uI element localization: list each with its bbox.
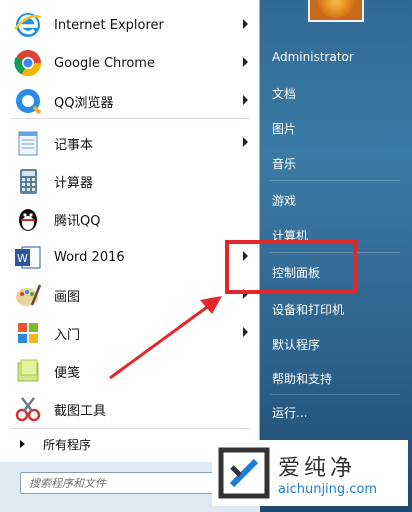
program-notepad[interactable]: 记事本 [4, 124, 256, 162]
calculator-icon [12, 165, 44, 197]
divider [270, 180, 400, 181]
notepad-icon [12, 127, 44, 159]
right-item-run[interactable]: 运行... [272, 404, 307, 421]
program-label: 画图 [54, 289, 81, 305]
program-sticky-notes[interactable]: 便笺 [4, 352, 256, 390]
watermark-url-text: aichunjing.com [278, 481, 378, 497]
program-internet-explorer[interactable]: Internet Explorer [4, 6, 256, 44]
program-paint[interactable]: 画图 [4, 276, 256, 314]
program-word-2016[interactable]: W Word 2016 [4, 238, 256, 276]
svg-text:W: W [17, 252, 28, 265]
right-item-administrator[interactable]: Administrator [272, 50, 354, 64]
program-label: 计算器 [54, 175, 94, 191]
snipping-tool-icon [12, 393, 44, 425]
submenu-arrow-icon[interactable] [243, 95, 248, 105]
program-label: QQ浏览器 [54, 95, 114, 111]
sticky-notes-icon [12, 355, 44, 387]
program-label: 入门 [54, 327, 81, 343]
control-panel-highlight [225, 240, 357, 294]
chrome-icon [12, 47, 44, 79]
program-label: Word 2016 [54, 249, 125, 265]
expand-arrow-icon [20, 440, 25, 448]
program-label: 腾讯QQ [54, 213, 101, 229]
program-tencent-qq[interactable]: 腾讯QQ [4, 200, 256, 238]
paint-icon [12, 279, 44, 311]
right-item-pictures[interactable]: 图片 [272, 120, 296, 137]
program-label: Internet Explorer [54, 17, 164, 33]
program-label: Google Chrome [54, 55, 155, 71]
all-programs-label: 所有程序 [43, 437, 92, 452]
divider [10, 118, 250, 119]
qq-browser-icon [12, 85, 44, 117]
program-label: 便笺 [54, 365, 81, 381]
right-item-default-programs[interactable]: 默认程序 [272, 336, 320, 353]
submenu-arrow-icon[interactable] [243, 57, 248, 67]
program-getting-started[interactable]: 入门 [4, 314, 256, 352]
submenu-arrow-icon[interactable] [243, 137, 248, 147]
divider [10, 428, 250, 429]
qq-penguin-icon [12, 203, 44, 235]
program-snipping-tool[interactable]: 截图工具 [4, 390, 256, 428]
program-label: 记事本 [54, 137, 94, 153]
right-item-help-support[interactable]: 帮助和支持 [272, 370, 332, 387]
submenu-arrow-icon[interactable] [243, 19, 248, 29]
program-calculator[interactable]: 计算器 [4, 162, 256, 200]
divider [270, 394, 400, 395]
program-qq-browser[interactable]: QQ浏览器 [4, 82, 256, 120]
internet-explorer-icon [12, 9, 44, 41]
flower-picture-icon [316, 0, 356, 18]
watermark-brand-text: 爱纯净 [278, 455, 357, 481]
submenu-arrow-icon[interactable] [243, 327, 248, 337]
right-item-documents[interactable]: 文档 [272, 85, 296, 102]
right-item-games[interactable]: 游戏 [272, 192, 296, 209]
word-icon: W [12, 241, 44, 273]
right-item-devices-printers[interactable]: 设备和打印机 [272, 301, 344, 318]
site-watermark: 爱纯净 aichunjing.com [212, 440, 408, 506]
user-picture[interactable] [308, 0, 364, 22]
program-google-chrome[interactable]: Google Chrome [4, 44, 256, 82]
getting-started-icon [12, 317, 44, 349]
program-label: 截图工具 [54, 403, 107, 419]
aichunjing-logo-icon [218, 447, 270, 499]
right-item-music[interactable]: 音乐 [272, 155, 296, 172]
